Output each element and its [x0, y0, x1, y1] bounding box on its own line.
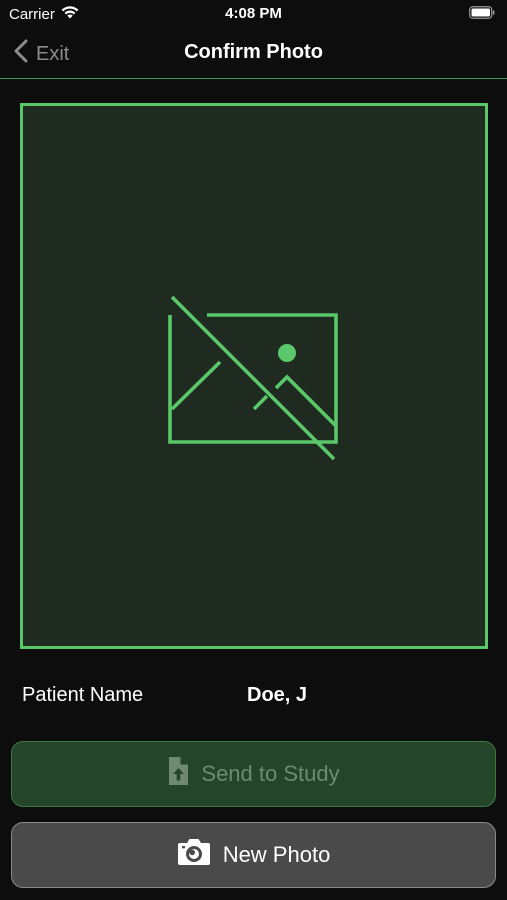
- send-to-study-label: Send to Study: [201, 761, 340, 786]
- status-time: 4:08 PM: [225, 5, 282, 22]
- new-photo-button[interactable]: New Photo: [11, 822, 496, 888]
- patient-name-label: Patient Name: [22, 684, 144, 706]
- photo-preview: [20, 103, 488, 649]
- battery-icon: [469, 6, 495, 24]
- navigation-bar: Exit Confirm Photo: [0, 28, 507, 79]
- camera-icon: [177, 838, 211, 872]
- send-to-study-button[interactable]: Send to Study: [11, 741, 496, 807]
- image-unavailable-icon: [168, 294, 340, 471]
- new-photo-label: New Photo: [222, 842, 331, 867]
- status-bar: Carrier 4:08 PM: [0, 0, 507, 28]
- patient-name-value: Doe, J: [247, 684, 308, 706]
- file-upload-icon: [167, 756, 189, 792]
- patient-info-row: Patient Name Doe, J: [0, 680, 507, 712]
- page-title: Confirm Photo: [184, 41, 323, 63]
